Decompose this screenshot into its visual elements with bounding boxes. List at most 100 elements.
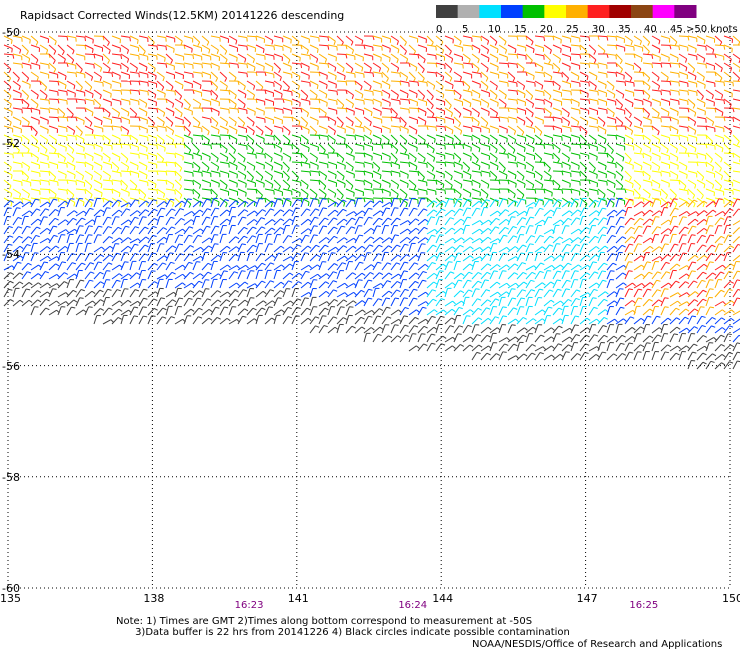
- wind-barb: [210, 152, 219, 159]
- wind-barb-flag: [506, 282, 510, 287]
- wind-barb-flag: [101, 246, 105, 250]
- wind-barb: [282, 71, 292, 75]
- wind-barb: [102, 71, 113, 74]
- wind-barb-flag: [649, 201, 652, 206]
- wind-barb-flag: [280, 209, 285, 213]
- wind-barb-flag: [82, 201, 85, 207]
- wind-barb: [336, 161, 346, 166]
- wind-barb-flag: [449, 68, 453, 73]
- wind-barb: [201, 188, 211, 191]
- wind-barb-flag: [486, 271, 491, 275]
- wind-barb: [120, 35, 130, 38]
- wind-barb: [309, 107, 320, 110]
- wind-barb: [219, 279, 224, 289]
- wind-barb-flag: [548, 216, 553, 219]
- wind-barb-flag: [560, 219, 564, 224]
- wind-barb-flag: [674, 41, 678, 46]
- wind-barb: [561, 71, 569, 79]
- wind-barb: [606, 134, 617, 137]
- wind-barb-flag: [577, 121, 580, 126]
- wind-barb: [579, 279, 584, 289]
- wind-barb: [642, 188, 651, 195]
- wind-barb: [201, 44, 211, 50]
- wind-barb-flag: [97, 234, 102, 236]
- wind-barb-flag: [326, 102, 328, 107]
- wind-barb: [471, 125, 481, 129]
- wind-barb: [345, 62, 354, 70]
- wind-barb: [633, 35, 642, 42]
- wind-barb: [183, 170, 193, 174]
- wind-barb: [372, 179, 382, 185]
- wind-barb: [93, 170, 102, 177]
- wind-barb: [723, 252, 728, 262]
- wind-barb-flag: [165, 162, 168, 167]
- wind-barb: [273, 116, 283, 121]
- wind-barb-flag: [270, 175, 273, 180]
- wind-barb: [246, 152, 256, 156]
- wind-barb-flag: [505, 218, 510, 223]
- wind-barb-flag: [478, 49, 481, 54]
- wind-barb-flag: [90, 175, 94, 180]
- wind-barb-flag: [620, 225, 625, 228]
- wind-barb-flag: [417, 108, 420, 113]
- wind-barb: [246, 89, 255, 96]
- wind-barb-flag: [414, 280, 419, 284]
- wind-barb: [174, 80, 184, 86]
- wind-barb: [372, 288, 376, 298]
- wind-barb-flag: [359, 234, 364, 237]
- wind-barb: [255, 270, 260, 280]
- wind-barb-flag: [72, 158, 75, 163]
- wind-barb: [237, 35, 247, 39]
- wind-barb: [129, 188, 139, 191]
- wind-barb: [237, 152, 246, 159]
- wind-barb-flag: [27, 166, 31, 171]
- wind-barb: [552, 134, 562, 138]
- wind-barb: [462, 35, 472, 39]
- wind-barb: [273, 290, 281, 298]
- wind-barb: [291, 238, 301, 244]
- wind-barb: [174, 264, 183, 271]
- wind-barb: [732, 89, 740, 92]
- wind-barb: [120, 288, 125, 298]
- wind-barb-flag: [129, 171, 132, 176]
- wind-barb: [3, 98, 12, 105]
- wind-barb-flag: [109, 254, 114, 258]
- wind-barb-flag: [558, 202, 561, 207]
- wind-barb: [21, 80, 31, 86]
- wind-barb: [21, 299, 30, 307]
- wind-barb: [57, 143, 67, 148]
- wind-barb-flag: [197, 234, 202, 238]
- wind-barb: [336, 237, 345, 244]
- wind-barb-flag: [314, 216, 319, 219]
- wind-barb: [543, 152, 553, 156]
- wind-barb: [516, 225, 522, 235]
- wind-barb-flag: [669, 81, 672, 86]
- wind-barb: [480, 80, 489, 88]
- wind-barb-flag: [719, 167, 722, 172]
- wind-barb-flag: [200, 246, 204, 251]
- wind-barb: [615, 80, 626, 83]
- wind-barb: [435, 125, 446, 128]
- wind-barb: [372, 80, 382, 85]
- wind-barb: [435, 197, 443, 205]
- wind-barb: [291, 134, 301, 139]
- wind-barb: [57, 197, 67, 202]
- wind-barb: [435, 143, 445, 146]
- wind-barb: [102, 44, 111, 51]
- wind-barb: [30, 273, 39, 280]
- wind-barb-flag: [297, 149, 300, 154]
- wind-barb-flag: [523, 281, 528, 285]
- wind-barb: [12, 207, 18, 217]
- wind-barb-flag: [243, 202, 247, 207]
- wind-barb: [183, 262, 190, 271]
- wind-barb: [66, 234, 71, 244]
- wind-barb-flag: [516, 64, 518, 69]
- wind-barb-flag: [156, 108, 159, 113]
- wind-barb-flag: [415, 272, 420, 276]
- wind-barb: [534, 143, 545, 146]
- wind-barb: [606, 161, 616, 165]
- wind-barb-flag: [322, 198, 327, 200]
- wind-barb: [399, 270, 405, 280]
- wind-barb: [219, 44, 228, 52]
- wind-barb-flag: [703, 255, 708, 259]
